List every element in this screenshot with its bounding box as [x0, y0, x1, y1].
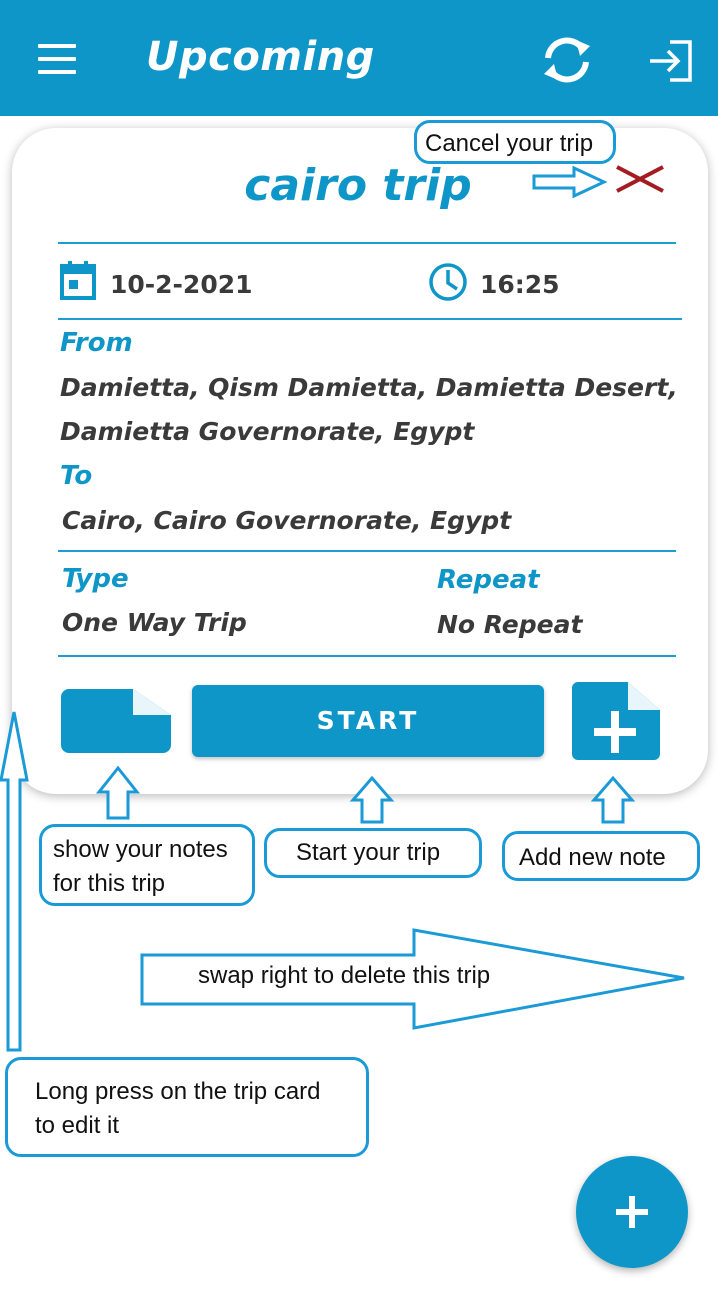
edit-callout: Long press on the trip card to edit it: [5, 1057, 369, 1157]
swap-hint: swap right to delete this trip: [198, 962, 491, 989]
edit-callout-line1: Long press on the trip card: [35, 1078, 321, 1105]
notes-callout: show your notes for this trip: [39, 824, 255, 906]
start-callout: Start your trip: [264, 828, 482, 878]
edit-callout-line2: to edit it: [35, 1112, 120, 1139]
start-callout-text: Start your trip: [296, 839, 441, 866]
cancel-callout-text: Cancel your trip: [425, 130, 594, 157]
notes-callout-line1: show your notes: [53, 836, 228, 863]
add-note-callout-text: Add new note: [519, 844, 666, 871]
add-trip-fab[interactable]: [576, 1156, 688, 1268]
notes-callout-line2: for this trip: [53, 870, 166, 897]
plus-icon: [616, 1196, 648, 1228]
add-note-callout: Add new note: [502, 831, 700, 881]
cancel-callout: Cancel your trip: [414, 120, 616, 164]
